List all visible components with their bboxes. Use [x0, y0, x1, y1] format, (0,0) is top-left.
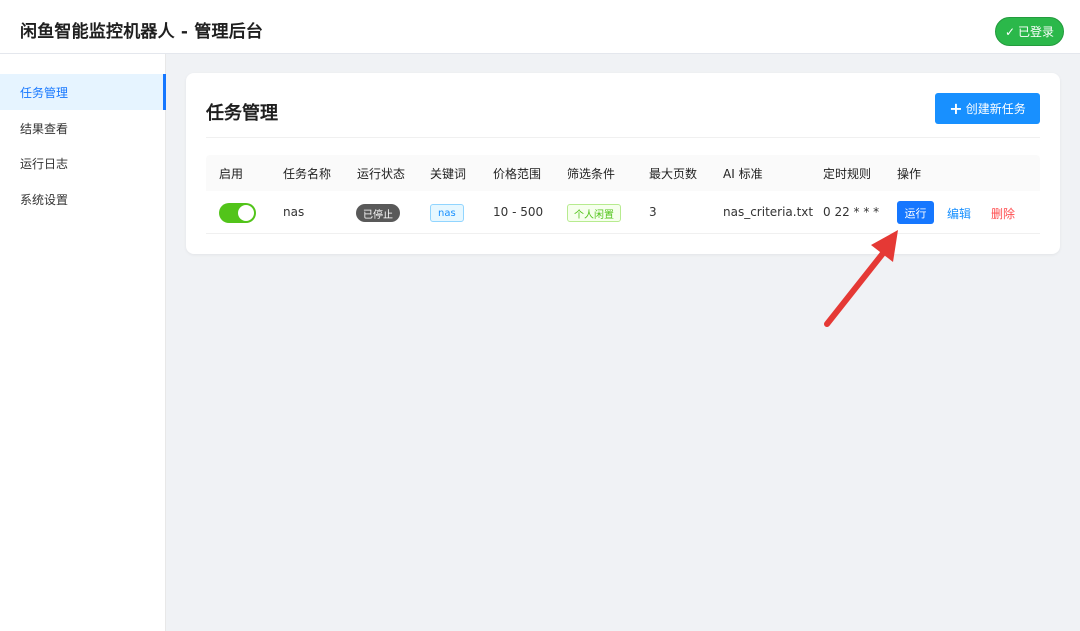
price-range: 10 - 500	[493, 205, 544, 219]
column-header-cron: 定时规则	[823, 167, 872, 181]
column-header-enabled: 启用	[219, 167, 244, 181]
app-title: 闲鱼智能监控机器人 - 管理后台	[20, 22, 264, 42]
login-status-label: 已登录	[1018, 25, 1055, 39]
sidebar-item-task-management[interactable]: 任务管理	[0, 74, 166, 110]
status-badge: 已停止	[356, 204, 400, 222]
task-name: nas	[283, 205, 305, 219]
sidebar-item-label: 任务管理	[20, 85, 69, 100]
column-header-keyword: 关键词	[430, 167, 467, 181]
create-task-button[interactable]: + 创建新任务	[935, 93, 1040, 124]
cron-rule: 0 22 * * *	[823, 205, 880, 219]
max-pages: 3	[649, 205, 657, 219]
keyword-tag: nas	[430, 204, 464, 222]
sidebar-item-label: 系统设置	[20, 192, 69, 207]
sidebar-item-logs[interactable]: 运行日志	[0, 145, 166, 181]
sidebar-item-results[interactable]: 结果查看	[0, 110, 166, 146]
sidebar-item-label: 结果查看	[20, 121, 69, 136]
enabled-toggle[interactable]	[219, 203, 256, 223]
column-header-ai-standard: AI 标准	[723, 167, 763, 181]
sidebar-item-label: 运行日志	[20, 156, 69, 171]
ai-standard: nas_criteria.txt	[723, 205, 814, 219]
column-header-status: 运行状态	[357, 167, 406, 181]
top-header: 闲鱼智能监控机器人 - 管理后台 ✓ 已登录	[0, 0, 1080, 54]
toggle-knob	[238, 205, 254, 221]
sidebar-item-settings[interactable]: 系统设置	[0, 181, 166, 217]
task-card: 任务管理 + 创建新任务 启用 任务名称 运行状态 关键词 价格范围 筛选条件 …	[186, 73, 1060, 254]
create-task-label: 创建新任务	[965, 102, 1026, 116]
filter-tag: 个人闲置	[567, 204, 621, 222]
check-icon: ✓	[1004, 24, 1016, 39]
column-header-actions: 操作	[897, 167, 922, 181]
run-button[interactable]: 运行	[897, 201, 934, 224]
edit-link[interactable]: 编辑	[947, 205, 971, 222]
login-status-badge[interactable]: ✓ 已登录	[995, 17, 1064, 46]
sidebar: 任务管理 结果查看 运行日志 系统设置	[0, 54, 166, 631]
divider	[206, 137, 1040, 138]
table-row: nas 已停止 nas 10 - 500 个人闲置 3 nas_criteria…	[206, 191, 1040, 234]
column-header-max-pages: 最大页数	[649, 167, 698, 181]
column-header-price: 价格范围	[493, 167, 542, 181]
column-header-name: 任务名称	[283, 167, 332, 181]
page-title: 任务管理	[206, 103, 278, 124]
table-header: 启用 任务名称 运行状态 关键词 价格范围 筛选条件 最大页数 AI 标准 定时…	[206, 155, 1040, 191]
plus-icon: +	[949, 98, 963, 118]
column-header-filter: 筛选条件	[567, 167, 616, 181]
delete-link[interactable]: 删除	[991, 205, 1015, 222]
